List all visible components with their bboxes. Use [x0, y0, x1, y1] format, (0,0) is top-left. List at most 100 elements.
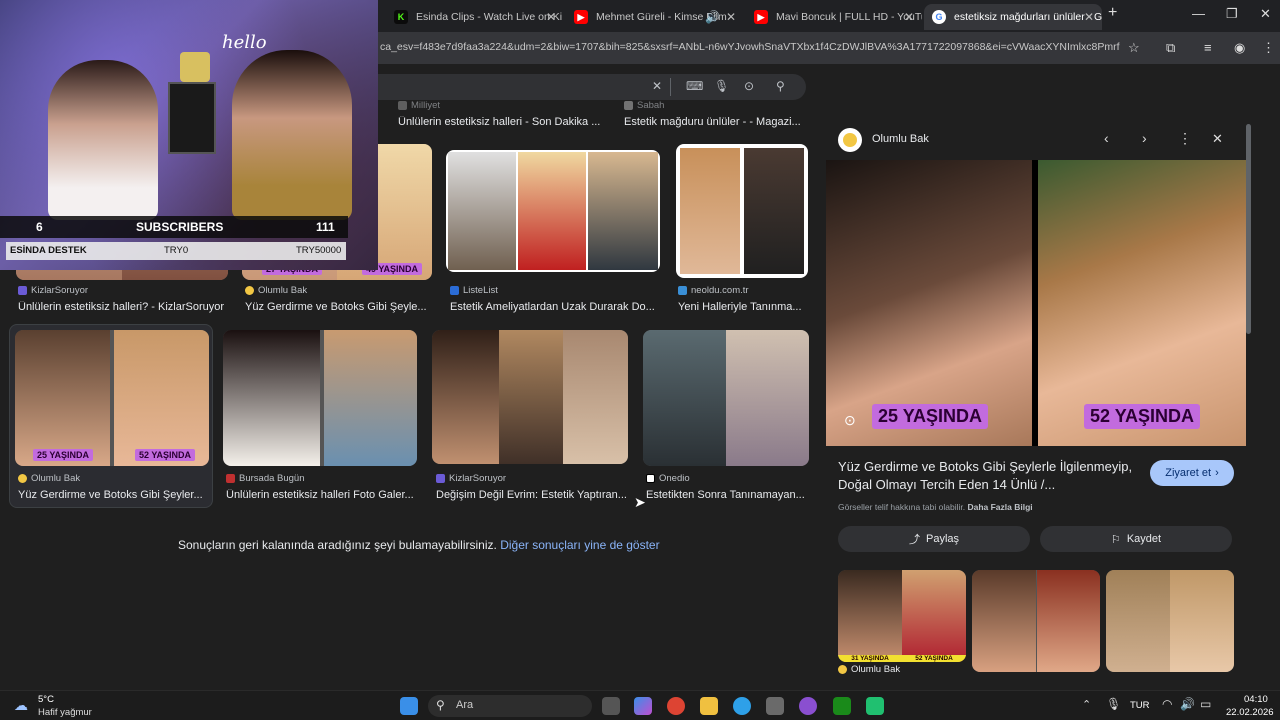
audio-icon[interactable]: 🔊: [705, 10, 720, 24]
store-icon[interactable]: [766, 697, 784, 715]
related-source[interactable]: Olumlu Bak: [838, 664, 900, 675]
tab-title: estetiksiz mağdurları ünlüler - G: [954, 11, 1102, 23]
profile-icon[interactable]: ◉: [1234, 40, 1245, 56]
result-card[interactable]: Onedio Estetikten Sonra Tanınamayan...: [646, 473, 808, 501]
close-icon[interactable]: ✕: [726, 10, 736, 24]
tray-expand-icon[interactable]: ⌃: [1082, 698, 1091, 711]
result-title[interactable]: Estetikten Sonra Tanınamayan...: [646, 489, 808, 501]
tab-mavi-boncuk[interactable]: ▶ Mavi Boncuk | FULL HD - YouTu ✕: [746, 4, 922, 30]
search-input[interactable]: ✕ ⌨ 🎙 ⊙ ⚲: [370, 74, 806, 100]
app-icon[interactable]: [799, 697, 817, 715]
file-explorer-icon[interactable]: [700, 697, 718, 715]
lens-icon[interactable]: ⊙: [744, 79, 754, 93]
close-window-button[interactable]: ✕: [1260, 6, 1271, 22]
url-field[interactable]: ca_esv=f483e7d9faa3a224&udm=2&biw=1707&b…: [380, 41, 1120, 53]
chrome-icon[interactable]: [667, 697, 685, 715]
taskbar-search[interactable]: ⚲ Ara: [428, 695, 592, 717]
result-card[interactable]: ListeList Estetik Ameliyatlardan Uzak Du…: [450, 285, 660, 313]
new-tab-button[interactable]: +: [1108, 4, 1117, 22]
result-card[interactable]: Sabah Estetik mağduru ünlüler - - Magazi…: [624, 100, 808, 128]
preview-image[interactable]: ⊙ 25 YAŞINDA 52 YAŞINDA: [826, 160, 1246, 446]
panel-source-name[interactable]: Olumlu Bak: [872, 133, 929, 145]
result-image[interactable]: [676, 144, 808, 278]
share-label: Paylaş: [925, 533, 960, 545]
maximize-button[interactable]: ❐: [1226, 6, 1238, 22]
result-card[interactable]: KizlarSoruyor Değişim Değil Evrim: Estet…: [436, 473, 628, 501]
favicon-icon: [624, 101, 633, 110]
result-card[interactable]: neoldu.com.tr Yeni Halleriyle Tanınma...: [678, 285, 808, 313]
language-indicator[interactable]: TUR: [1130, 700, 1150, 711]
photo-3: [588, 152, 658, 270]
extensions-icon[interactable]: ⧉: [1166, 40, 1175, 56]
result-source: Milliyet: [411, 100, 441, 111]
result-title[interactable]: Estetik Ameliyatlardan Uzak Durarak Do..…: [450, 301, 660, 313]
lens-icon[interactable]: ⊙: [844, 412, 856, 429]
result-image[interactable]: [446, 150, 660, 272]
tab-google-images[interactable]: G estetiksiz mağdurları ünlüler - G ✕: [924, 4, 1102, 30]
volume-icon[interactable]: 🔊: [1180, 697, 1195, 711]
google-icon: G: [932, 10, 946, 24]
media-control-icon[interactable]: ≡: [1204, 40, 1212, 55]
tab-mehmet-gureli[interactable]: ▶ Mehmet Güreli - Kimse Bilm 🔊 ✕: [566, 4, 744, 30]
save-button[interactable]: ⚐ Kaydet: [1040, 526, 1232, 552]
result-image[interactable]: 25 YAŞINDA 52 YAŞINDA: [15, 330, 209, 466]
result-card[interactable]: KizlarSoruyor Ünlülerin estetiksiz halle…: [18, 285, 228, 313]
more-menu-icon[interactable]: ⋮: [1262, 40, 1275, 56]
result-image[interactable]: [223, 330, 417, 466]
result-title[interactable]: Ünlülerin estetiksiz halleri Foto Galer.…: [226, 489, 416, 501]
edge-icon[interactable]: [733, 697, 751, 715]
keyboard-icon[interactable]: ⌨: [686, 79, 703, 93]
related-image[interactable]: 31 YAŞINDA 52 YAŞINDA: [838, 570, 966, 662]
next-icon[interactable]: ›: [1142, 130, 1147, 146]
close-icon[interactable]: ✕: [904, 10, 914, 24]
microphone-icon[interactable]: 🎙: [714, 79, 729, 93]
share-button[interactable]: ⤴ Paylaş: [838, 526, 1030, 552]
panel-title[interactable]: Yüz Gerdirme ve Botoks Gibi Şeylerle İlg…: [838, 458, 1142, 494]
close-icon[interactable]: ✕: [1084, 10, 1094, 24]
clock-time[interactable]: 04:10: [1244, 694, 1268, 705]
subscribers-bar: 6 SUBSCRIBERS 111: [0, 216, 348, 238]
result-title[interactable]: Yüz Gerdirme ve Botoks Gibi Şeyler...: [18, 489, 206, 501]
visit-button[interactable]: Ziyaret et ›: [1150, 460, 1234, 486]
close-icon[interactable]: ✕: [546, 10, 556, 24]
result-image[interactable]: [643, 330, 809, 466]
more-info-link[interactable]: Daha Fazla Bilgi: [967, 502, 1032, 512]
scrollbar[interactable]: [1246, 124, 1251, 334]
related-image[interactable]: [972, 570, 1100, 672]
microphone-icon[interactable]: 🎙: [1106, 697, 1121, 711]
weather-desc[interactable]: Hafif yağmur: [38, 707, 92, 718]
result-card[interactable]: Olumlu Bak Yüz Gerdirme ve Botoks Gibi Ş…: [18, 473, 206, 501]
result-title[interactable]: Yeni Halleriyle Tanınma...: [678, 301, 808, 313]
result-title[interactable]: Yüz Gerdirme ve Botoks Gibi Şeyle...: [245, 301, 435, 313]
weather-icon[interactable]: ☁: [14, 697, 28, 714]
weather-temp[interactable]: 5°C: [38, 694, 54, 705]
result-title[interactable]: Estetik mağduru ünlüler - - Magazi...: [624, 116, 808, 128]
result-title[interactable]: Ünlülerin estetiksiz halleri? - KizlarSo…: [18, 301, 228, 313]
more-options-icon[interactable]: ⋮: [1178, 130, 1192, 147]
whatsapp-icon[interactable]: [866, 697, 884, 715]
clock-date[interactable]: 22.02.2026: [1226, 707, 1274, 718]
minimize-button[interactable]: —: [1192, 6, 1205, 21]
result-image[interactable]: [432, 330, 628, 464]
photo-before: [15, 330, 111, 466]
result-title[interactable]: Ünlülerin estetiksiz halleri - Son Dakik…: [398, 116, 608, 128]
previous-icon[interactable]: ‹: [1104, 130, 1109, 146]
show-more-results-link[interactable]: Diğer sonuçları yine de göster: [500, 538, 659, 552]
result-card[interactable]: Olumlu Bak Yüz Gerdirme ve Botoks Gibi Ş…: [245, 285, 435, 313]
wifi-icon[interactable]: ◠: [1162, 697, 1172, 711]
battery-icon[interactable]: ▭: [1200, 697, 1211, 711]
search-icon[interactable]: ⚲: [776, 79, 785, 93]
related-image[interactable]: [1106, 570, 1234, 672]
windows-start-icon[interactable]: [400, 697, 418, 715]
result-title[interactable]: Değişim Değil Evrim: Estetik Yaptıran...: [436, 489, 628, 501]
copilot-icon[interactable]: [634, 697, 652, 715]
result-card[interactable]: Milliyet Ünlülerin estetiksiz halleri - …: [398, 100, 608, 128]
donation-bar: ESİNDA DESTEK TRY0 TRY50000: [6, 242, 346, 260]
close-panel-icon[interactable]: ✕: [1212, 131, 1223, 147]
tab-esinda-clips[interactable]: K Esinda Clips - Watch Live on Ki ✕: [386, 4, 564, 30]
xbox-icon[interactable]: [833, 697, 851, 715]
task-view-icon[interactable]: [602, 697, 620, 715]
clear-icon[interactable]: ✕: [652, 79, 662, 93]
bookmark-star-icon[interactable]: ☆: [1128, 40, 1140, 56]
result-card[interactable]: Bursada Bugün Ünlülerin estetiksiz halle…: [226, 473, 416, 501]
